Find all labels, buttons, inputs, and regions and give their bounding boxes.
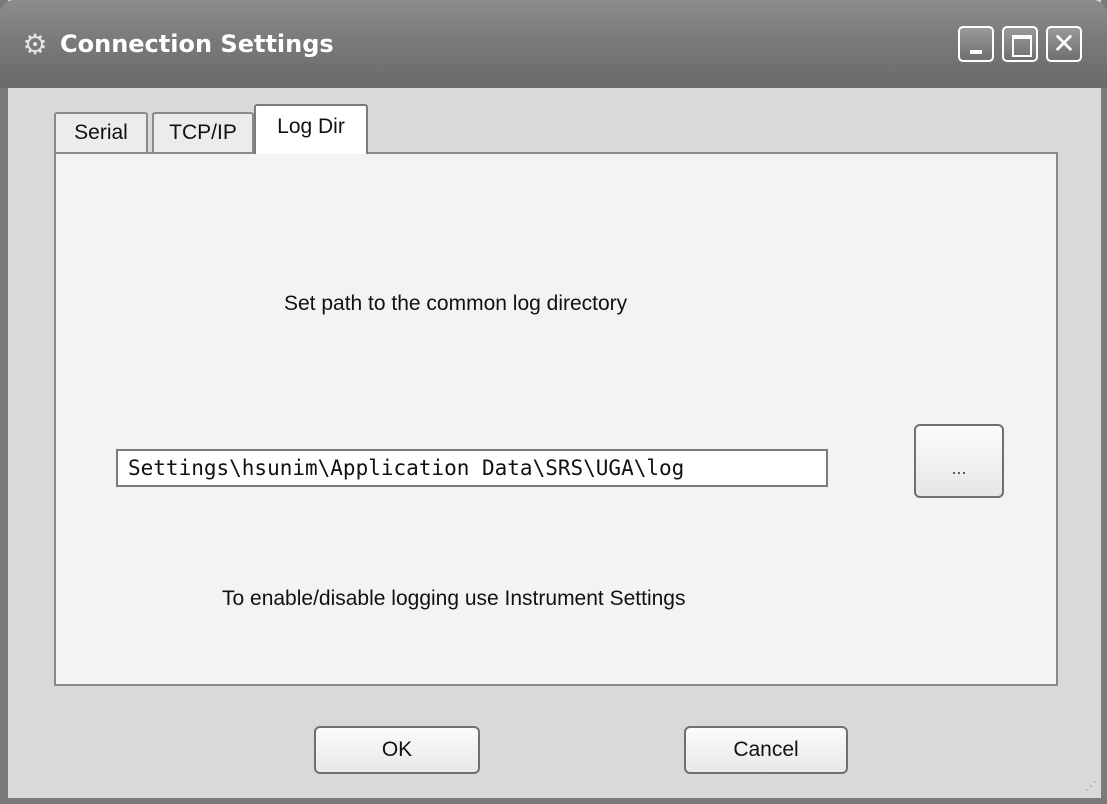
resize-grip-icon[interactable]: ⋰ — [1081, 778, 1097, 794]
minimize-icon — [970, 50, 982, 54]
connection-settings-window: ⚙ Connection Settings ✕ Serial TCP/IP Lo… — [0, 0, 1107, 804]
tab-log-dir[interactable]: Log Dir — [254, 104, 368, 154]
log-directory-instruction: Set path to the common log directory — [284, 292, 628, 315]
log-path-field[interactable]: Settings\hsunim\Application Data\SRS\UGA… — [116, 449, 828, 487]
gear-icon: ⚙ — [22, 28, 48, 61]
window-title: Connection Settings — [60, 30, 334, 58]
maximize-icon — [1012, 35, 1032, 57]
tab-serial[interactable]: Serial — [54, 112, 148, 152]
tab-tcp-ip[interactable]: TCP/IP — [152, 112, 254, 152]
close-icon: ✕ — [1052, 27, 1076, 60]
title-bar[interactable]: ⚙ Connection Settings ✕ — [0, 0, 1107, 88]
cancel-button[interactable]: Cancel — [684, 726, 848, 774]
ok-button[interactable]: OK — [314, 726, 480, 774]
minimize-button[interactable] — [958, 26, 994, 62]
maximize-button[interactable] — [1002, 26, 1038, 62]
logging-note: To enable/disable logging use Instrument… — [222, 587, 686, 610]
browse-button[interactable]: ... — [914, 424, 1004, 498]
close-button[interactable]: ✕ — [1046, 26, 1082, 62]
